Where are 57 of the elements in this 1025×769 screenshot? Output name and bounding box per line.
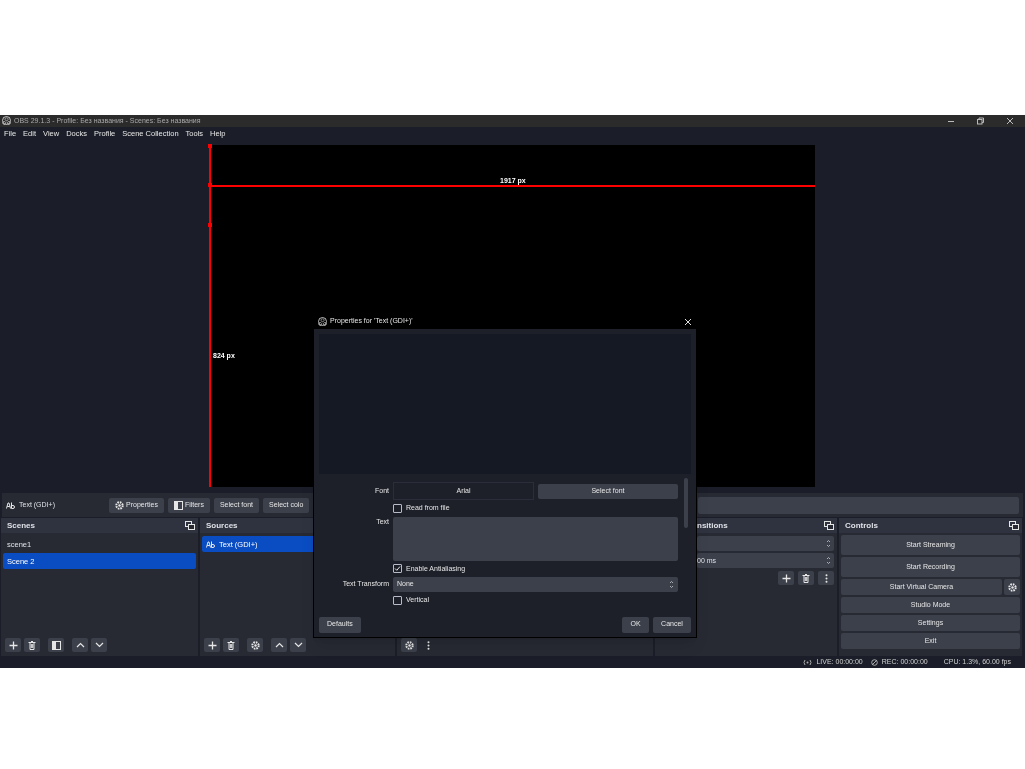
chevron-down-icon — [293, 642, 303, 648]
trash-icon — [802, 573, 810, 583]
maximize-icon[interactable] — [976, 117, 984, 125]
text-source-icon — [6, 501, 15, 509]
chevron-up-icon — [274, 642, 284, 648]
settings-button[interactable] — [1004, 579, 1020, 596]
dock-title: nsitions — [697, 519, 728, 532]
close-icon[interactable] — [684, 317, 692, 326]
panel-icon — [173, 500, 183, 510]
checkbox[interactable] — [393, 595, 402, 605]
chevron-up-icon — [75, 642, 85, 648]
text-input-field[interactable] — [393, 516, 678, 561]
close-icon[interactable] — [1006, 117, 1014, 125]
text-source-icon — [206, 540, 215, 548]
icon-button[interactable] — [91, 638, 107, 652]
obs-logo-icon — [318, 317, 327, 326]
settings-icon — [115, 500, 124, 510]
check-icon — [394, 565, 401, 573]
settings-icon — [1007, 582, 1017, 592]
settings-icon — [404, 640, 414, 650]
icon-button[interactable] — [24, 638, 40, 652]
panel-icon — [51, 640, 61, 650]
icon-button[interactable] — [290, 638, 306, 652]
checkbox[interactable] — [393, 503, 402, 513]
scroll-thumb[interactable] — [684, 478, 688, 528]
icon-button[interactable] — [223, 638, 239, 652]
more-icon — [824, 573, 828, 583]
icon-button[interactable] — [48, 638, 64, 652]
spin-arrows-icon — [669, 580, 674, 589]
add-icon — [207, 640, 217, 650]
icon-button[interactable] — [204, 638, 220, 652]
dock-title: Sources — [206, 519, 238, 532]
recording-icon — [870, 658, 878, 666]
spin-arrows-icon — [826, 556, 831, 566]
broadcast-icon — [803, 658, 813, 666]
undock-icon — [1009, 521, 1019, 531]
settings-icon — [250, 640, 260, 650]
add-icon — [781, 573, 791, 583]
spin-arrows-icon — [826, 539, 831, 549]
checkbox[interactable] — [393, 564, 402, 574]
icon-button[interactable] — [798, 571, 814, 586]
dock-title: Scenes — [7, 519, 36, 532]
icon-button[interactable] — [778, 571, 794, 586]
icon-button[interactable] — [5, 638, 21, 652]
icon-button[interactable] — [247, 638, 263, 652]
trash-icon — [227, 640, 235, 650]
icon-button[interactable] — [401, 638, 417, 652]
trash-icon — [28, 640, 36, 650]
chevron-down-icon — [94, 642, 104, 648]
more-icon — [426, 640, 430, 650]
undock-icon — [824, 521, 834, 531]
undock-icon — [185, 521, 195, 531]
add-icon — [8, 640, 18, 650]
obs-logo-icon — [2, 116, 11, 126]
icon-button[interactable] — [271, 638, 287, 652]
dock-title: Controls — [845, 519, 878, 532]
icon-button[interactable] — [72, 638, 88, 652]
